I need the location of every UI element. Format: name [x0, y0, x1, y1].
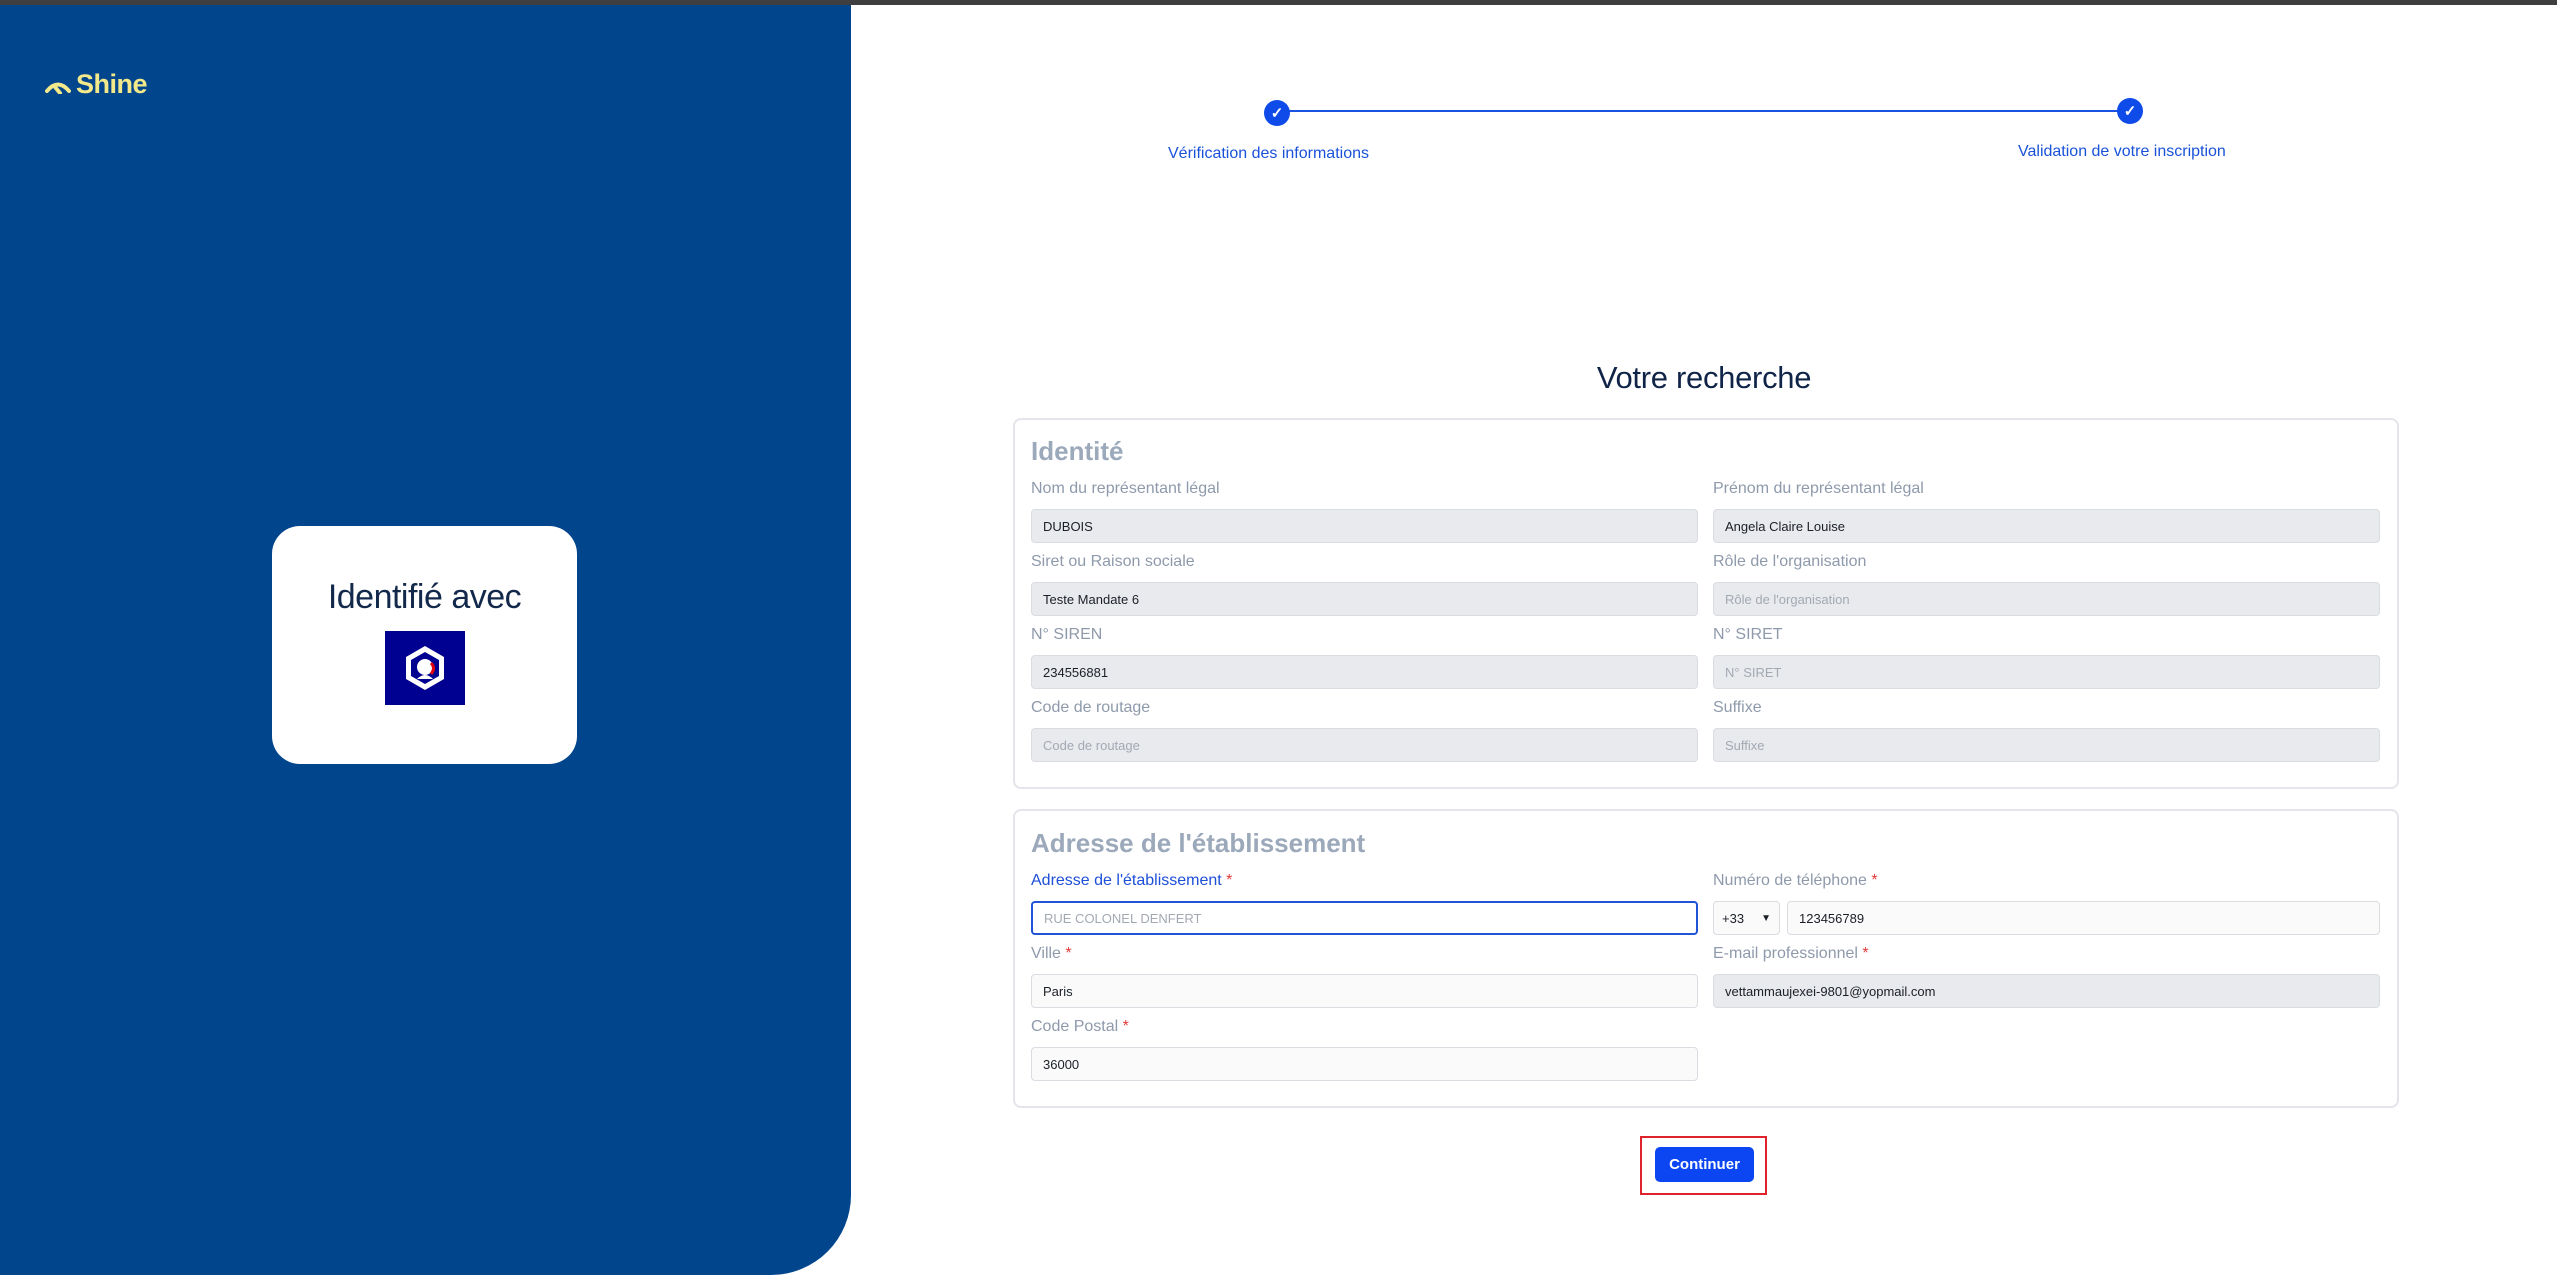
role-field[interactable]: Rôle de l'organisation [1713, 582, 2380, 616]
siren-label: N° SIREN [1031, 626, 1103, 643]
prenom-label: Prénom du représentant légal [1713, 480, 1924, 497]
suffixe-field[interactable]: Suffixe [1713, 728, 2380, 762]
siret-label: N° SIRET [1713, 626, 1783, 643]
telephone-input[interactable]: 123456789 [1787, 901, 2380, 935]
telephone-label: Numéro de téléphone * [1713, 872, 1878, 889]
stepper-progress-line [1277, 110, 2130, 112]
adresse-input[interactable]: RUE COLONEL DENFERT [1031, 901, 1698, 935]
shine-logo-icon [45, 82, 71, 94]
nom-field[interactable]: DUBOIS [1031, 509, 1698, 543]
shine-logo: Shine [45, 69, 148, 100]
continue-button[interactable]: Continuer [1655, 1147, 1754, 1182]
siret-raison-label: Siret ou Raison sociale [1031, 553, 1195, 570]
code-routage-field[interactable]: Code de routage [1031, 728, 1698, 762]
ville-input[interactable]: Paris [1031, 974, 1698, 1008]
identity-section: Identité Nom du représentant légal DUBOI… [1013, 418, 2399, 789]
franceconnect-logo-icon [384, 631, 465, 705]
shine-logo-text: Shine [76, 69, 148, 99]
step-2-check-icon: ✓ [2117, 98, 2143, 124]
suffixe-label: Suffixe [1713, 699, 1762, 716]
step-1-label: Vérification des informations [1168, 145, 1369, 162]
role-label: Rôle de l'organisation [1713, 553, 1867, 570]
code-postal-label: Code Postal * [1031, 1018, 1129, 1035]
email-field[interactable]: vettammaujexei-9801@yopmail.com [1713, 974, 2380, 1008]
address-section-title: Adresse de l'établissement [1031, 828, 1366, 858]
adresse-label: Adresse de l'établissement * [1031, 872, 1233, 889]
email-label: E-mail professionnel * [1713, 945, 1869, 962]
step-2-label: Validation de votre inscription [2018, 143, 2226, 160]
ville-label: Ville * [1031, 945, 1072, 962]
siren-field[interactable]: 234556881 [1031, 655, 1698, 689]
country-code-select[interactable]: +33 ▼ [1713, 901, 1780, 935]
prenom-field[interactable]: Angela Claire Louise [1713, 509, 2380, 543]
nom-label: Nom du représentant légal [1031, 480, 1220, 497]
identity-provider-card: Identifié avec [272, 526, 577, 764]
identity-section-title: Identité [1031, 436, 1124, 466]
siret-field[interactable]: N° SIRET [1713, 655, 2380, 689]
left-brand-panel: Shine Identifié avec [0, 5, 851, 1275]
siret-raison-field[interactable]: Teste Mandate 6 [1031, 582, 1698, 616]
address-section: Adresse de l'établissement Adresse de l'… [1013, 809, 2399, 1108]
step-1-check-icon: ✓ [1264, 100, 1290, 126]
chevron-down-icon: ▼ [1761, 912, 1771, 924]
code-routage-label: Code de routage [1031, 699, 1151, 716]
page-title: Votre recherche [1596, 360, 1812, 395]
code-postal-input[interactable]: 36000 [1031, 1047, 1698, 1081]
identity-card-title: Identifié avec [327, 578, 522, 616]
